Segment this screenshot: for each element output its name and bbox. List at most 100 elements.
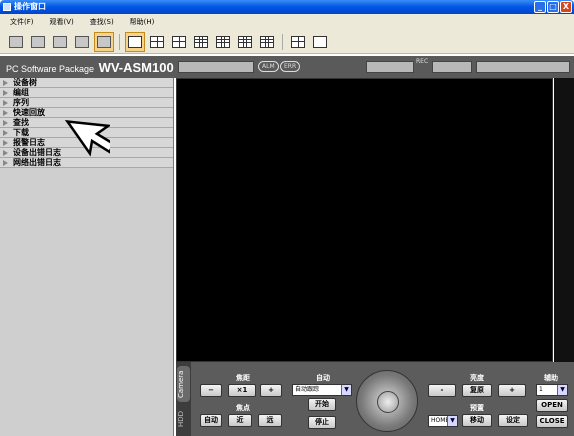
zoom-x1-button[interactable]: ×1 [228, 384, 256, 397]
brightness-label: 亮度 [470, 374, 484, 382]
preset-label: 预置 [470, 404, 484, 412]
aux-label: 辅助 [544, 374, 558, 382]
audio-icon [53, 35, 67, 48]
toolbar [0, 30, 574, 54]
triangle-right-icon [3, 149, 8, 156]
zoom-out-button[interactable]: − [200, 384, 222, 397]
maximize-button[interactable]: □ [547, 1, 559, 13]
layout-icon [97, 35, 111, 48]
zoom-view-button[interactable] [310, 32, 330, 52]
window-button[interactable] [72, 32, 92, 52]
preset-move-button[interactable]: 移动 [462, 414, 492, 427]
toolbar-separator [119, 33, 120, 50]
print-icon [31, 35, 45, 48]
chevron-down-icon: ▼ [341, 385, 351, 395]
rec-indicator: REC [416, 58, 429, 65]
fullscreen-icon [291, 35, 305, 48]
brightness-reset-button[interactable]: 复原 [462, 384, 492, 397]
menu-help[interactable]: 帮助(H) [128, 16, 157, 28]
title-bar: 操作窗口 _ □ X [0, 0, 574, 14]
focus-label: 焦点 [236, 404, 250, 412]
tab-camera[interactable]: Camera [177, 366, 190, 402]
fullscreen-button[interactable] [288, 32, 308, 52]
tab-hdd[interactable]: HDD [177, 406, 190, 432]
quad-screen-icon [150, 35, 164, 48]
grid-screen-button[interactable] [235, 32, 255, 52]
product-model: WV-ASM100 [98, 59, 174, 75]
status-field [178, 61, 254, 73]
chevron-down-icon: ▼ [447, 416, 457, 426]
layout-button[interactable] [94, 31, 114, 52]
status-field-3 [432, 61, 472, 73]
pan-tilt-joystick[interactable] [356, 370, 418, 432]
sidebar-item-label: 网络出错日志 [13, 158, 61, 167]
toolbar-separator [282, 33, 283, 50]
auto-mode-select[interactable]: 自动跟踪 ▼ [292, 384, 352, 396]
audio-button[interactable] [50, 32, 70, 52]
triangle-right-icon [3, 99, 8, 106]
status-field-4 [476, 61, 570, 73]
panel-tabs: Camera HDD [176, 362, 191, 436]
triangle-right-icon [3, 109, 8, 116]
nine-screen-icon [194, 35, 208, 48]
mouse-cursor-icon [64, 119, 110, 157]
multi-screen-button[interactable] [213, 32, 233, 52]
minimize-button[interactable]: _ [534, 1, 546, 13]
menu-bar: 文件(F) 观看(V) 查找(S) 帮助(H) [0, 14, 574, 30]
zoom-in-button[interactable]: + [260, 384, 282, 397]
product-prefix: PC Software Package [6, 63, 95, 74]
quad-screen-button[interactable] [147, 32, 167, 52]
status-field-2 [366, 61, 414, 73]
auto-start-button[interactable]: 开始 [308, 398, 336, 411]
video-side-strip [554, 78, 574, 362]
nine-screen-button[interactable] [191, 32, 211, 52]
triangle-right-icon [3, 89, 8, 96]
menu-view[interactable]: 观看(V) [48, 16, 76, 28]
aux-value: 1 [539, 386, 543, 393]
single-screen-icon [128, 35, 142, 48]
auto-mode-value: 自动跟踪 [295, 386, 320, 393]
product-bar: PC Software Package WV-ASM100 ALM ERR RE… [0, 56, 574, 78]
joystick-center-icon [377, 391, 399, 413]
chevron-down-icon: ▼ [557, 385, 567, 395]
focus-near-button[interactable]: 近 [228, 414, 252, 427]
brightness-minus-button[interactable]: - [428, 384, 456, 397]
split-screen-icon [172, 35, 186, 48]
triangle-right-icon [3, 159, 8, 166]
product-title: PC Software Package WV-ASM100 [0, 60, 174, 75]
zoom-view-icon [313, 35, 327, 48]
single-screen-button[interactable] [125, 31, 145, 52]
zoom-label: 焦距 [236, 374, 250, 382]
error-indicator[interactable]: ERR [280, 61, 301, 72]
auto-label: 自动 [316, 374, 330, 382]
brightness-plus-button[interactable]: + [498, 384, 526, 397]
alarm-indicator[interactable]: ALM [258, 61, 279, 72]
aux-select[interactable]: 1 ▼ [536, 384, 568, 396]
camera-control-panel: Camera HDD 焦距 − ×1 + 焦点 自动 近 远 自动 自动跟踪 ▼… [176, 362, 574, 436]
print-button[interactable] [28, 32, 48, 52]
window-icon [75, 35, 89, 48]
sixteen-screen-button[interactable] [257, 32, 277, 52]
menu-file[interactable]: 文件(F) [8, 16, 36, 28]
triangle-right-icon [3, 79, 8, 86]
menu-search[interactable]: 查找(S) [88, 16, 116, 28]
split-screen-button[interactable] [169, 32, 189, 52]
aux-open-button[interactable]: OPEN [536, 399, 568, 412]
camera-icon [9, 35, 23, 48]
aux-close-button[interactable]: CLOSE [536, 415, 568, 428]
video-display[interactable] [176, 78, 553, 362]
triangle-right-icon [3, 129, 8, 136]
snapshot-button[interactable] [6, 32, 26, 52]
grid-screen-icon [238, 35, 252, 48]
triangle-right-icon [3, 139, 8, 146]
triangle-right-icon [3, 119, 8, 126]
focus-far-button[interactable]: 远 [258, 414, 282, 427]
close-button[interactable]: X [560, 1, 572, 13]
preset-select[interactable]: HOME ▼ [428, 415, 458, 427]
app-icon [3, 3, 11, 11]
window-title: 操作窗口 [14, 2, 46, 11]
preset-set-button[interactable]: 设定 [498, 414, 528, 427]
auto-stop-button[interactable]: 停止 [308, 416, 336, 429]
focus-auto-button[interactable]: 自动 [200, 414, 222, 427]
sixteen-screen-icon [260, 35, 274, 48]
